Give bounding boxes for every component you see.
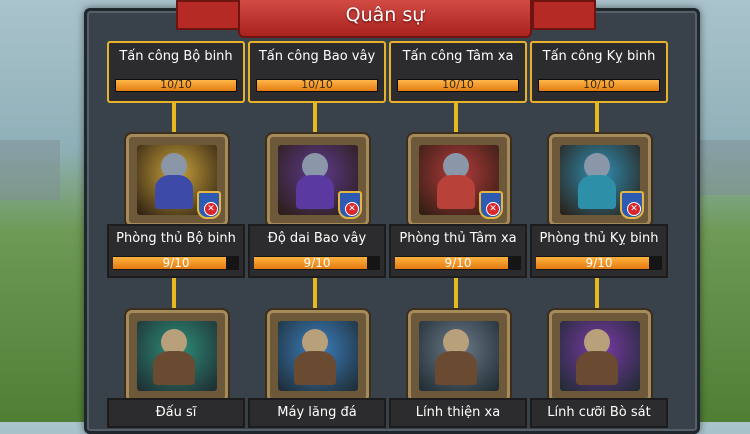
node-label: Tấn công Bao vây xyxy=(258,49,376,64)
troop-label-box: Lính thiện xa xyxy=(389,398,527,428)
node-label: Phòng thủ Tâm xa xyxy=(399,231,517,246)
node-label: Phòng thủ Bộ binh xyxy=(116,231,236,246)
node-label: Tấn công Bộ binh xyxy=(119,49,233,64)
archer-icon xyxy=(419,321,499,391)
reptile-rider-icon xyxy=(560,321,640,391)
progress-bar: 10/10 xyxy=(115,78,237,92)
progress-text: 10/10 xyxy=(160,78,192,91)
troop-label: Máy lăng đá xyxy=(277,405,357,420)
connector-line xyxy=(454,100,458,134)
research-node-top[interactable]: Tấn công Bộ binh 10/10 xyxy=(107,41,245,103)
progress-bar: 9/10 xyxy=(254,256,380,270)
connector-line xyxy=(313,275,317,311)
progress-text: 10/10 xyxy=(442,78,474,91)
connector-line xyxy=(595,100,599,134)
gladiator-icon xyxy=(137,321,217,391)
research-node-top[interactable]: Tấn công Tâm xa 10/10 xyxy=(389,41,527,103)
research-node-mid[interactable]: Phòng thủ Tâm xa 9/10 xyxy=(389,224,527,278)
research-icon-frame[interactable]: ✕ xyxy=(549,134,651,226)
ribbon-left-tail xyxy=(176,0,240,30)
troop-label-box: Lính cưỡi Bò sát xyxy=(530,398,668,428)
progress-text: 9/10 xyxy=(303,256,331,270)
research-node-top[interactable]: Tấn công Bao vây 10/10 xyxy=(248,41,386,103)
troop-icon-frame[interactable] xyxy=(408,310,510,402)
connector-line xyxy=(172,275,176,311)
troop-icon-frame[interactable] xyxy=(267,310,369,402)
shield-icon: ✕ xyxy=(197,191,221,219)
troop-icon-frame[interactable] xyxy=(549,310,651,402)
node-label: Tấn công Kỵ binh xyxy=(542,49,656,64)
progress-bar: 10/10 xyxy=(538,78,660,92)
research-icon-frame[interactable]: ✕ xyxy=(408,134,510,226)
research-icon-frame[interactable]: ✕ xyxy=(267,134,369,226)
catapult-icon xyxy=(278,321,358,391)
connector-line xyxy=(172,100,176,134)
progress-bar: 9/10 xyxy=(395,256,521,270)
shield-icon: ✕ xyxy=(620,191,644,219)
progress-text: 10/10 xyxy=(583,78,615,91)
progress-text: 9/10 xyxy=(162,256,190,270)
title-ribbon: Quân sự xyxy=(238,0,532,38)
page-title: Quân sự xyxy=(345,4,425,26)
ribbon-right-tail xyxy=(532,0,596,30)
locked-icon: ✕ xyxy=(204,202,218,216)
progress-text: 10/10 xyxy=(301,78,333,91)
progress-bar: 9/10 xyxy=(536,256,662,270)
node-label: Độ dai Bao vây xyxy=(267,231,367,246)
node-label: Tấn công Tâm xa xyxy=(402,49,514,64)
troop-icon-frame[interactable] xyxy=(126,310,228,402)
connector-line xyxy=(454,275,458,311)
progress-bar: 10/10 xyxy=(397,78,519,92)
locked-icon: ✕ xyxy=(486,202,500,216)
troop-label-box: Đấu sĩ xyxy=(107,398,245,428)
progress-text: 9/10 xyxy=(444,256,472,270)
research-node-mid[interactable]: Phòng thủ Bộ binh 9/10 xyxy=(107,224,245,278)
shield-icon: ✕ xyxy=(338,191,362,219)
research-node-mid[interactable]: Độ dai Bao vây 9/10 xyxy=(248,224,386,278)
troop-label: Đấu sĩ xyxy=(155,405,197,420)
connector-line xyxy=(313,100,317,134)
research-node-top[interactable]: Tấn công Kỵ binh 10/10 xyxy=(530,41,668,103)
troop-label: Lính cưỡi Bò sát xyxy=(547,405,651,420)
shield-icon: ✕ xyxy=(479,191,503,219)
connector-line xyxy=(595,275,599,311)
locked-icon: ✕ xyxy=(627,202,641,216)
troop-label: Lính thiện xa xyxy=(415,405,501,420)
troop-label-box: Máy lăng đá xyxy=(248,398,386,428)
locked-icon: ✕ xyxy=(345,202,359,216)
research-icon-frame[interactable]: ✕ xyxy=(126,134,228,226)
research-node-mid[interactable]: Phòng thủ Kỵ binh 9/10 xyxy=(530,224,668,278)
node-label: Phòng thủ Kỵ binh xyxy=(539,231,659,246)
progress-text: 9/10 xyxy=(585,256,613,270)
progress-bar: 9/10 xyxy=(113,256,239,270)
progress-bar: 10/10 xyxy=(256,78,378,92)
